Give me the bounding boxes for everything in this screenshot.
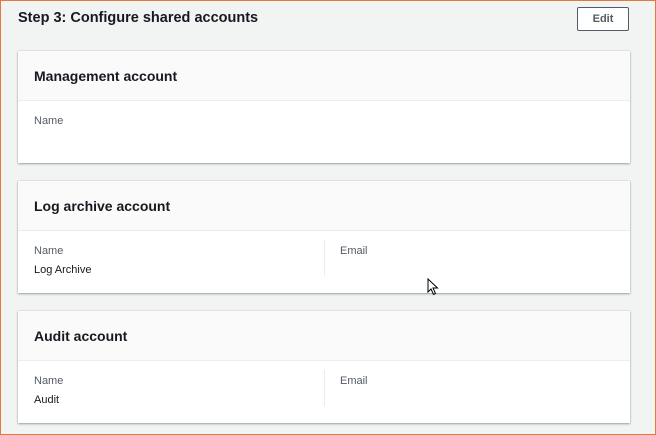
field-label: Email bbox=[340, 245, 368, 257]
name-field: Name bbox=[34, 115, 63, 134]
step-header: Step 3: Configure shared accounts Edit bbox=[18, 7, 629, 33]
email-field: Email bbox=[340, 375, 368, 394]
email-field: Email bbox=[340, 245, 368, 264]
card-header: Management account bbox=[18, 51, 630, 101]
card-title: Audit account bbox=[34, 327, 128, 344]
column-divider bbox=[324, 370, 325, 406]
log-archive-account-card: Log archive account Name Log Archive Ema… bbox=[18, 181, 630, 293]
edit-button[interactable]: Edit bbox=[577, 7, 629, 31]
step-title: Step 3: Configure shared accounts bbox=[18, 10, 259, 26]
field-value: Audit bbox=[34, 394, 60, 406]
card-header: Audit account bbox=[18, 311, 630, 361]
field-label: Email bbox=[340, 375, 368, 387]
field-label: Name bbox=[34, 115, 64, 127]
name-field: Name Audit bbox=[34, 375, 63, 406]
field-value: Log Archive bbox=[34, 264, 92, 276]
card-title: Log archive account bbox=[34, 197, 171, 214]
field-label: Name bbox=[34, 375, 64, 387]
field-label: Name bbox=[34, 245, 64, 257]
name-field: Name Log Archive bbox=[34, 245, 91, 276]
card-header: Log archive account bbox=[18, 181, 630, 231]
management-account-card: Management account Name bbox=[18, 51, 630, 163]
mouse-cursor-icon bbox=[427, 278, 439, 296]
card-title: Management account bbox=[34, 67, 178, 84]
column-divider bbox=[324, 240, 325, 276]
audit-account-card: Audit account Name Audit Email bbox=[18, 311, 630, 423]
